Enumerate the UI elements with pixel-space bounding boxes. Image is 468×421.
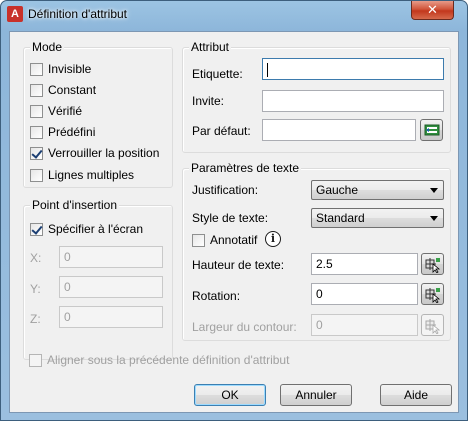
invisible-checkbox[interactable]: Invisible [30, 61, 91, 77]
info-icon[interactable]: i [265, 231, 281, 247]
multiple-lines-check-box[interactable] [30, 168, 43, 182]
constant-checkbox[interactable]: Constant [30, 82, 96, 98]
title-bar[interactable]: A Définition d'attribut ✕ [1, 1, 467, 30]
annotative-checkbox[interactable]: Annotatif [192, 232, 257, 248]
invisible-label: Invisible [48, 62, 92, 76]
multiple-lines-label: Lignes multiples [48, 168, 135, 182]
close-icon: ✕ [427, 2, 438, 17]
tag-input[interactable] [262, 58, 444, 80]
default-label: Par défaut: [192, 124, 251, 138]
text-group-title: Paramètres de texte [189, 161, 302, 175]
pick-point-icon [425, 288, 441, 303]
close-button[interactable]: ✕ [411, 1, 454, 20]
dialog-client: Mode Invisible Constant Vérifié Prédéfin… [9, 31, 459, 413]
default-input[interactable] [262, 119, 416, 141]
boundary-width-input[interactable]: 0 [311, 314, 418, 336]
lock-position-label: Verrouiller la position [48, 146, 160, 160]
pick-width-button[interactable] [421, 314, 444, 336]
insertion-point-group: Point d'insertion Spécifier à l'écran X:… [23, 198, 173, 360]
insert-field-button[interactable] [420, 119, 443, 141]
verify-label: Vérifié [48, 104, 83, 118]
window-title: Définition d'attribut [28, 7, 128, 21]
text-style-select[interactable]: Standard [311, 208, 444, 228]
text-height-label: Hauteur de texte: [192, 258, 285, 272]
constant-label: Constant [48, 83, 97, 97]
annotative-label: Annotatif [210, 233, 258, 247]
rotation-input[interactable]: 0 [311, 283, 418, 305]
text-style-label: Style de texte: [192, 211, 269, 225]
justification-label: Justification: [192, 183, 259, 197]
constant-check-box[interactable] [30, 83, 43, 97]
multiple-lines-checkbox[interactable]: Lignes multiples [30, 167, 134, 183]
preset-check-box[interactable] [30, 125, 43, 139]
help-button[interactable]: Aide [380, 384, 452, 406]
mode-group-title: Mode [30, 40, 65, 54]
x-label: X: [30, 251, 42, 265]
verify-check-box[interactable] [30, 104, 43, 118]
autocad-app-icon: A [7, 6, 23, 22]
tag-label: Etiquette: [192, 67, 243, 81]
pick-rotation-button[interactable] [421, 283, 444, 305]
mode-group: Mode Invisible Constant Vérifié Prédéfin… [23, 40, 173, 188]
attribute-group-title: Attribut [189, 40, 232, 54]
text-settings-group: Paramètres de texte Justification: Gauch… [182, 161, 451, 341]
justification-select[interactable]: Gauche [311, 180, 444, 200]
boundary-width-label: Largeur du contour: [192, 320, 297, 334]
chevron-down-icon [430, 216, 438, 221]
pick-height-button[interactable] [421, 253, 444, 275]
text-height-input[interactable]: 2.5 [311, 253, 418, 275]
chevron-down-icon [430, 188, 438, 193]
specify-on-screen-label: Spécifier à l'écran [48, 222, 144, 236]
preset-checkbox[interactable]: Prédéfini [30, 124, 95, 140]
attribute-group: Attribut Etiquette: Invite: Par défaut: [182, 40, 451, 153]
insertion-group-title: Point d'insertion [30, 198, 120, 212]
y-input[interactable]: 0 [59, 276, 163, 298]
dialog-window: A Définition d'attribut ✕ Mode Invisible… [0, 0, 468, 421]
insert-field-icon [424, 124, 440, 136]
x-input[interactable]: 0 [59, 246, 163, 268]
ok-button[interactable]: OK [194, 384, 266, 406]
prompt-label: Invite: [192, 94, 225, 108]
justification-value: Gauche [316, 183, 359, 197]
z-input[interactable]: 0 [59, 306, 163, 328]
pick-point-icon [425, 258, 441, 273]
z-label: Z: [30, 312, 41, 326]
specify-on-screen-checkbox[interactable]: Spécifier à l'écran [30, 221, 143, 237]
align-below-checkbox[interactable]: Aligner sous la précédente définition d'… [29, 352, 289, 368]
align-below-label: Aligner sous la précédente définition d'… [47, 353, 290, 367]
preset-label: Prédéfini [48, 125, 96, 139]
y-label: Y: [30, 282, 41, 296]
align-below-check-box[interactable] [29, 353, 42, 367]
lock-position-check-box[interactable] [30, 146, 43, 160]
invisible-check-box[interactable] [30, 62, 43, 76]
rotation-label: Rotation: [192, 289, 241, 303]
text-style-value: Standard [316, 211, 365, 225]
text-caret [267, 62, 268, 77]
annotative-check-box[interactable] [192, 233, 205, 247]
pick-point-icon [425, 319, 441, 334]
cancel-button[interactable]: Annuler [280, 384, 352, 406]
prompt-input[interactable] [262, 90, 444, 112]
lock-position-checkbox[interactable]: Verrouiller la position [30, 145, 159, 161]
specify-on-screen-check-box[interactable] [30, 222, 43, 236]
verify-checkbox[interactable]: Vérifié [30, 103, 82, 119]
